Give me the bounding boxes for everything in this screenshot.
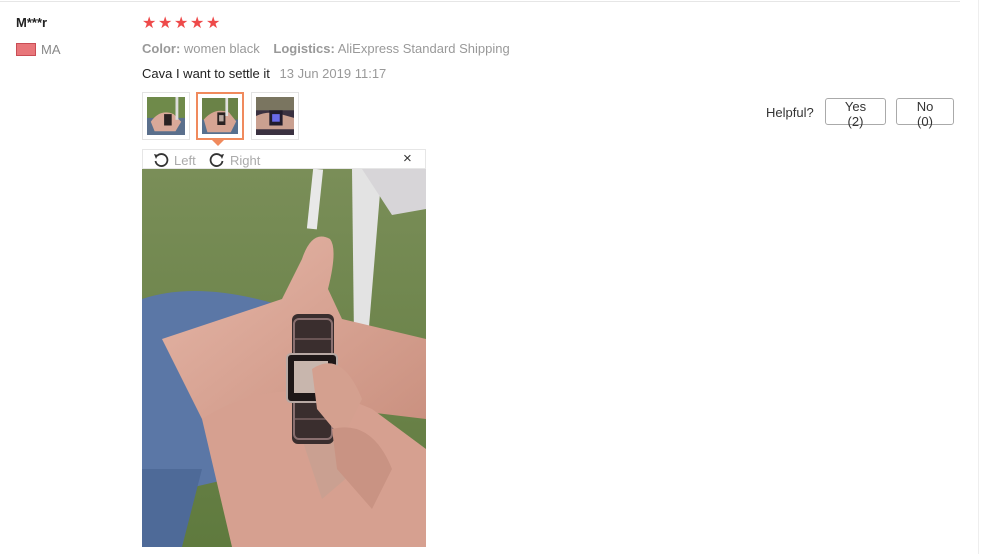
color-value: women black <box>183 41 260 56</box>
review-thumbnail-1[interactable] <box>142 92 190 140</box>
helpful-no-button[interactable]: No (0) <box>896 98 954 129</box>
country-flag-icon <box>16 43 36 56</box>
image-viewer-toolbar: Left Right × <box>142 149 426 169</box>
review-date: 13 Jun 2019 11:17 <box>279 66 387 81</box>
review-text: Cava I want to settle it <box>142 66 270 81</box>
rotate-left-icon <box>154 153 169 167</box>
helpful-label: Helpful? <box>766 105 814 120</box>
star-icon: ★ <box>190 15 206 32</box>
logistics-value: AliExpress Standard Shipping <box>337 41 510 56</box>
review-content: Cava I want to settle it 13 Jun 2019 11:… <box>142 66 386 81</box>
order-info: Color: women black Logistics: AliExpress… <box>142 41 510 56</box>
review-thumbnail-2[interactable] <box>196 92 244 140</box>
star-icon: ★ <box>174 15 190 32</box>
close-icon[interactable]: × <box>403 150 412 167</box>
rotate-right-button[interactable]: Right <box>209 152 260 168</box>
thumbnail-pointer <box>212 140 224 146</box>
logistics-label: Logistics: <box>273 41 335 56</box>
star-rating: ★★★★★ <box>142 14 222 34</box>
review-photo-large <box>142 169 426 547</box>
review-thumbnail-3[interactable] <box>251 92 299 140</box>
helpful-yes-button[interactable]: Yes (2) <box>825 98 886 129</box>
divider-right <box>978 0 979 554</box>
reviewer-name: M***r <box>16 15 48 30</box>
star-icon: ★ <box>158 15 174 32</box>
reviewer-country: MA <box>41 42 61 57</box>
watch-photo-thumbnail-icon <box>202 98 238 134</box>
divider-top <box>0 1 960 2</box>
rotate-left-label: Left <box>174 152 196 168</box>
watch-photo-thumbnail-icon <box>147 97 185 135</box>
star-icon: ★ <box>206 15 222 32</box>
wrist-watch-photo-icon <box>142 169 426 547</box>
rotate-right-icon <box>209 153 224 167</box>
rotate-right-label: Right <box>230 152 261 168</box>
watch-photo-thumbnail-icon <box>256 97 294 135</box>
color-label: Color: <box>142 41 181 56</box>
rotate-left-button[interactable]: Left <box>153 152 196 168</box>
star-icon: ★ <box>142 15 158 32</box>
